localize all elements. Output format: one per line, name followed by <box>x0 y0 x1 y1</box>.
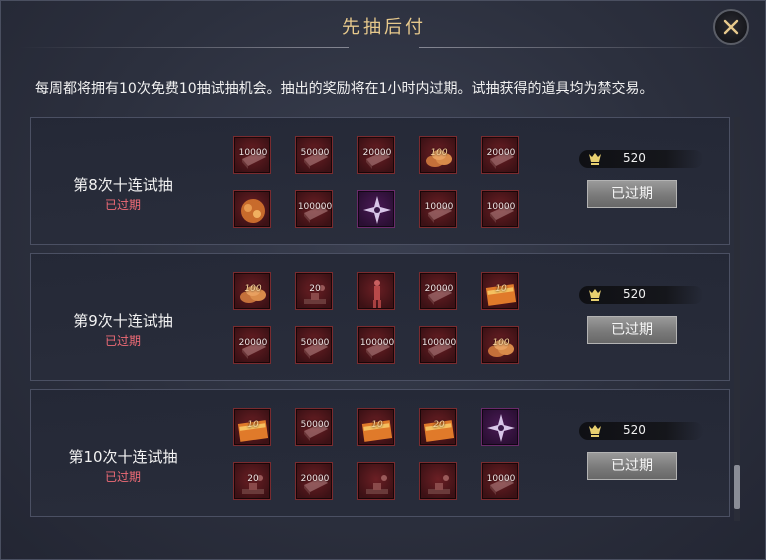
currency-token-icon <box>587 151 603 171</box>
reward-slot[interactable] <box>357 462 395 500</box>
reward-slot[interactable]: 50000 <box>295 326 333 364</box>
reward-amount: 20 <box>247 474 259 484</box>
draw-card: 第10次十连试抽 已过期 10 50000 10 20 20 20000 10000 520 已过期 <box>30 389 730 517</box>
reward-slot[interactable]: 100000 <box>295 190 333 228</box>
reward-slot[interactable] <box>357 272 395 310</box>
reward-amount: 100 <box>492 338 510 348</box>
reward-slot[interactable]: 100000 <box>357 326 395 364</box>
shuriken-icon <box>487 414 515 442</box>
draw-status: 已过期 <box>104 470 141 484</box>
reward-slot[interactable]: 100 <box>233 272 271 310</box>
reward-amount: 50000 <box>300 420 330 430</box>
dialog-title: 先抽后付 <box>342 17 426 38</box>
reward-slot[interactable]: 100000 <box>419 326 457 364</box>
currency-token-icon <box>587 287 603 307</box>
trial-draw-dialog: 先抽后付 每周都将拥有10次免费10抽试抽机会。抽出的奖励将在1小时内过期。试抽… <box>0 0 766 560</box>
draw-card: 第9次十连试抽 已过期 100 20 20000 10 20000 50000 100000 10… <box>30 253 730 381</box>
reward-slot[interactable] <box>357 190 395 228</box>
reward-amount: 100000 <box>297 202 333 212</box>
reward-amount: 10000 <box>424 202 454 212</box>
cost-value: 520 <box>623 287 646 301</box>
reward-grid: 10 50000 10 20 20 20000 10000 <box>233 408 533 500</box>
reward-slot[interactable]: 10000 <box>233 136 271 174</box>
reward-slot[interactable]: 10 <box>481 272 519 310</box>
reward-slot[interactable]: 20000 <box>233 326 271 364</box>
reward-amount: 20000 <box>238 338 268 348</box>
reward-amount: 100 <box>244 284 262 294</box>
draw-name: 第9次十连试抽 <box>73 312 173 330</box>
expired-button[interactable]: 已过期 <box>587 452 677 480</box>
reward-grid: 100 20 20000 10 20000 50000 100000 100000 100 <box>233 272 533 364</box>
reward-slot[interactable]: 20000 <box>295 462 333 500</box>
reward-amount: 20 <box>433 420 445 430</box>
draw-name: 第10次十连试抽 <box>68 448 178 466</box>
reward-amount: 10 <box>247 420 259 430</box>
reward-amount: 20000 <box>424 284 454 294</box>
reward-slot[interactable] <box>233 190 271 228</box>
reward-amount: 50000 <box>300 338 330 348</box>
reward-slot[interactable]: 20 <box>295 272 333 310</box>
draw-status: 已过期 <box>104 198 141 212</box>
reward-amount: 100000 <box>359 338 395 348</box>
reward-amount: 20000 <box>486 148 516 158</box>
draw-cost: 520 <box>579 286 703 304</box>
draw-list[interactable]: 第8次十连试抽 已过期 10000 50000 20000 100 20000 100000 1… <box>30 117 730 521</box>
expired-button[interactable]: 已过期 <box>587 316 677 344</box>
anvil-icon <box>428 475 450 494</box>
reward-amount: 20000 <box>362 148 392 158</box>
reward-slot[interactable]: 20000 <box>481 136 519 174</box>
title-divider-right <box>419 47 749 48</box>
reward-slot[interactable]: 10000 <box>481 462 519 500</box>
reward-slot[interactable]: 20 <box>419 408 457 446</box>
reward-amount: 100 <box>430 148 448 158</box>
reward-amount: 100000 <box>421 338 457 348</box>
reward-amount: 10000 <box>238 148 268 158</box>
cost-value: 520 <box>623 423 646 437</box>
reward-amount: 10000 <box>486 202 516 212</box>
reward-grid: 10000 50000 20000 100 20000 100000 10000 10000 <box>233 136 533 228</box>
reward-amount: 10 <box>371 420 383 430</box>
scrollbar[interactable] <box>734 117 740 521</box>
reward-slot[interactable]: 50000 <box>295 136 333 174</box>
reward-slot[interactable]: 100 <box>419 136 457 174</box>
reward-amount: 50000 <box>300 148 330 158</box>
expired-button[interactable]: 已过期 <box>587 180 677 208</box>
reward-slot[interactable]: 50000 <box>295 408 333 446</box>
draw-status: 已过期 <box>104 334 141 348</box>
reward-slot[interactable]: 10000 <box>419 190 457 228</box>
reward-slot[interactable] <box>419 462 457 500</box>
description-text: 每周都将拥有10次免费10抽试抽机会。抽出的奖励将在1小时内过期。试抽获得的道具… <box>35 81 654 97</box>
reward-slot[interactable] <box>481 408 519 446</box>
reward-slot[interactable]: 10 <box>357 408 395 446</box>
cost-value: 520 <box>623 151 646 165</box>
draw-cost: 520 <box>579 422 703 440</box>
anvil-icon <box>366 475 388 494</box>
reward-slot[interactable]: 20 <box>233 462 271 500</box>
title-divider-left <box>19 47 349 48</box>
reward-slot[interactable]: 100 <box>481 326 519 364</box>
reward-slot[interactable]: 10 <box>233 408 271 446</box>
draw-card: 第8次十连试抽 已过期 10000 50000 20000 100 20000 100000 1… <box>30 117 730 245</box>
shuriken-icon <box>363 196 391 224</box>
reward-amount: 10000 <box>486 474 516 484</box>
reward-slot[interactable]: 20000 <box>419 272 457 310</box>
treasure-bag-icon <box>241 199 265 223</box>
reward-slot[interactable]: 10000 <box>481 190 519 228</box>
reward-amount: 20 <box>309 284 321 294</box>
draw-name: 第8次十连试抽 <box>73 176 173 194</box>
reward-amount: 20000 <box>300 474 330 484</box>
close-button[interactable] <box>713 9 749 45</box>
currency-token-icon <box>587 423 603 443</box>
scrollbar-thumb[interactable] <box>734 465 740 509</box>
draw-cost: 520 <box>579 150 703 168</box>
figure-icon <box>373 280 381 308</box>
title-bar: 先抽后付 <box>1 1 766 49</box>
close-icon <box>723 19 739 35</box>
reward-amount: 10 <box>495 284 507 294</box>
reward-slot[interactable]: 20000 <box>357 136 395 174</box>
